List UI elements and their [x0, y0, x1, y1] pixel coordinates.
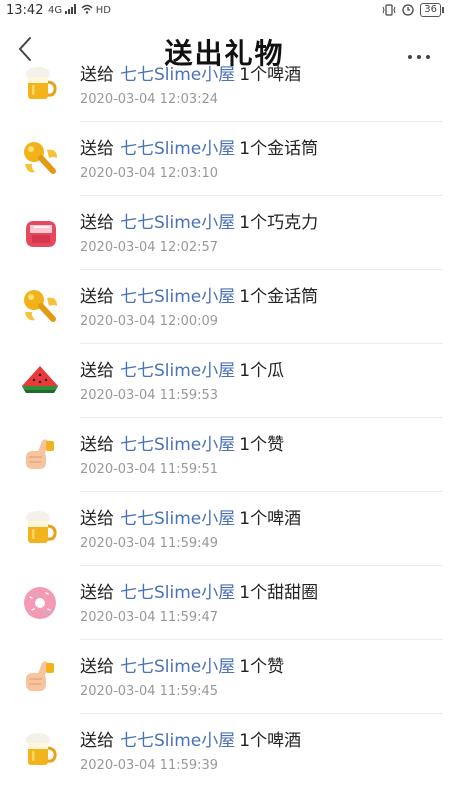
watermelon-icon: [22, 366, 58, 393]
gift-icon-container: [18, 63, 62, 107]
gift-record-item[interactable]: 送给 七七Slime小屋 1个啤酒 2020-03-04 12:03:24: [0, 58, 449, 122]
chocolate-icon: [26, 221, 56, 247]
gift-record-item[interactable]: 送给 七七Slime小屋 1个瓜 2020-03-04 11:59:53: [0, 344, 449, 418]
gift-record-text: 送给 七七Slime小屋 1个金话筒: [80, 282, 318, 307]
gift-record-time: 2020-03-04 12:02:57: [80, 240, 219, 255]
gift-record-time: 2020-03-04 12:03:24: [80, 92, 219, 107]
gift-record-time: 2020-03-04 11:59:39: [80, 758, 219, 773]
recipient-link[interactable]: 七七Slime小屋: [120, 361, 235, 381]
send-to-label: 送给: [80, 509, 114, 529]
gift-icon-container: [18, 359, 62, 403]
gift-name: 1个啤酒: [239, 731, 302, 751]
battery-indicator: 36: [420, 3, 444, 17]
status-right: 36: [382, 3, 444, 17]
donut-icon: [24, 587, 56, 619]
gift-record-time: 2020-03-04 11:59:53: [80, 388, 219, 403]
gift-icon-container: [18, 137, 62, 181]
alarm-icon: [402, 4, 414, 16]
gift-record-item[interactable]: 送给 七七Slime小屋 1个赞 2020-03-04 11:59:51: [0, 418, 449, 492]
gift-record-time: 2020-03-04 12:03:10: [80, 166, 219, 181]
send-to-label: 送给: [80, 731, 114, 751]
recipient-link[interactable]: 七七Slime小屋: [120, 139, 235, 159]
gift-record-time: 2020-03-04 11:59:49: [80, 536, 219, 551]
golden-mic-icon: [24, 142, 57, 174]
golden-mic-icon: [24, 290, 57, 322]
gift-record-item[interactable]: 送给 七七Slime小屋 1个甜甜圈 2020-03-04 11:59:47: [0, 566, 449, 640]
gift-icon-container: [18, 729, 62, 773]
gift-name: 1个巧克力: [239, 213, 319, 233]
gift-record-item[interactable]: 送给 七七Slime小屋 1个啤酒 2020-03-04 11:59:39: [0, 714, 449, 788]
gift-record-time: 2020-03-04 11:59:51: [80, 462, 219, 477]
send-to-label: 送给: [80, 361, 114, 381]
gift-name: 1个金话筒: [239, 287, 319, 307]
gift-icon-container: [18, 433, 62, 477]
gift-name: 1个啤酒: [239, 65, 302, 85]
gift-record-item[interactable]: 送给 七七Slime小屋 1个金话筒 2020-03-04 12:03:10: [0, 122, 449, 196]
gift-icon-container: [18, 581, 62, 625]
send-to-label: 送给: [80, 65, 114, 85]
recipient-link[interactable]: 七七Slime小屋: [120, 731, 235, 751]
thumbs-up-icon: [26, 439, 54, 469]
recipient-link[interactable]: 七七Slime小屋: [120, 583, 235, 603]
send-to-label: 送给: [80, 139, 114, 159]
gift-name: 1个赞: [239, 435, 285, 455]
gift-name: 1个金话筒: [239, 139, 319, 159]
signal-icon: [65, 4, 77, 14]
gift-record-item[interactable]: 送给 七七Slime小屋 1个金话筒 2020-03-04 12:00:09: [0, 270, 449, 344]
gift-record-item[interactable]: 送给 七七Slime小屋 1个巧克力 2020-03-04 12:02:57: [0, 196, 449, 270]
recipient-link[interactable]: 七七Slime小屋: [120, 213, 235, 233]
gift-icon-container: [18, 211, 62, 255]
gift-name: 1个瓜: [239, 361, 285, 381]
beer-icon: [26, 733, 57, 765]
thumbs-up-icon: [26, 661, 54, 691]
gift-icon-container: [18, 655, 62, 699]
status-bar: 13:42 4G HD 36: [0, 0, 449, 22]
gift-name: 1个啤酒: [239, 509, 302, 529]
gift-record-item[interactable]: 送给 七七Slime小屋 1个啤酒 2020-03-04 11:59:49: [0, 492, 449, 566]
send-to-label: 送给: [80, 583, 114, 603]
send-to-label: 送给: [80, 657, 114, 677]
send-to-label: 送给: [80, 287, 114, 307]
gift-record-text: 送给 七七Slime小屋 1个赞: [80, 430, 284, 455]
gift-record-list: 送给 七七Slime小屋 1个啤酒 2020-03-04 12:03:24 送给 七七…: [0, 58, 449, 791]
beer-icon: [26, 511, 57, 543]
beer-icon: [26, 67, 57, 99]
vibrate-icon: [382, 4, 396, 16]
recipient-link[interactable]: 七七Slime小屋: [120, 657, 235, 677]
recipient-link[interactable]: 七七Slime小屋: [120, 509, 235, 529]
recipient-link[interactable]: 七七Slime小屋: [120, 287, 235, 307]
gift-record-text: 送给 七七Slime小屋 1个巧克力: [80, 208, 318, 233]
gift-record-text: 送给 七七Slime小屋 1个啤酒: [80, 60, 301, 85]
gift-record-text: 送给 七七Slime小屋 1个甜甜圈: [80, 578, 318, 603]
gift-name: 1个甜甜圈: [239, 583, 319, 603]
gift-record-item[interactable]: 送给 七七Slime小屋 1个赞 2020-03-04 11:59:45: [0, 640, 449, 714]
gift-name: 1个赞: [239, 657, 285, 677]
send-to-label: 送给: [80, 435, 114, 455]
gift-record-text: 送给 七七Slime小屋 1个啤酒: [80, 504, 301, 529]
send-to-label: 送给: [80, 213, 114, 233]
gift-record-text: 送给 七七Slime小屋 1个瓜: [80, 356, 284, 381]
gift-record-time: 2020-03-04 11:59:47: [80, 610, 219, 625]
gift-record-text: 送给 七七Slime小屋 1个啤酒: [80, 726, 301, 751]
gift-record-text: 送给 七七Slime小屋 1个赞: [80, 652, 284, 677]
wifi-icon: [81, 4, 92, 14]
gift-icon-container: [18, 507, 62, 551]
gift-icon-container: [18, 285, 62, 329]
gift-record-time: 2020-03-04 12:00:09: [80, 314, 219, 329]
status-signal-label: 4G HD: [48, 4, 111, 16]
recipient-link[interactable]: 七七Slime小屋: [120, 65, 235, 85]
status-time: 13:42: [6, 3, 44, 18]
network-label: HD: [95, 5, 111, 16]
gift-record-time: 2020-03-04 11:59:45: [80, 684, 219, 699]
gift-record-text: 送给 七七Slime小屋 1个金话筒: [80, 134, 318, 159]
signal-type: 4G: [48, 5, 63, 16]
recipient-link[interactable]: 七七Slime小屋: [120, 435, 235, 455]
